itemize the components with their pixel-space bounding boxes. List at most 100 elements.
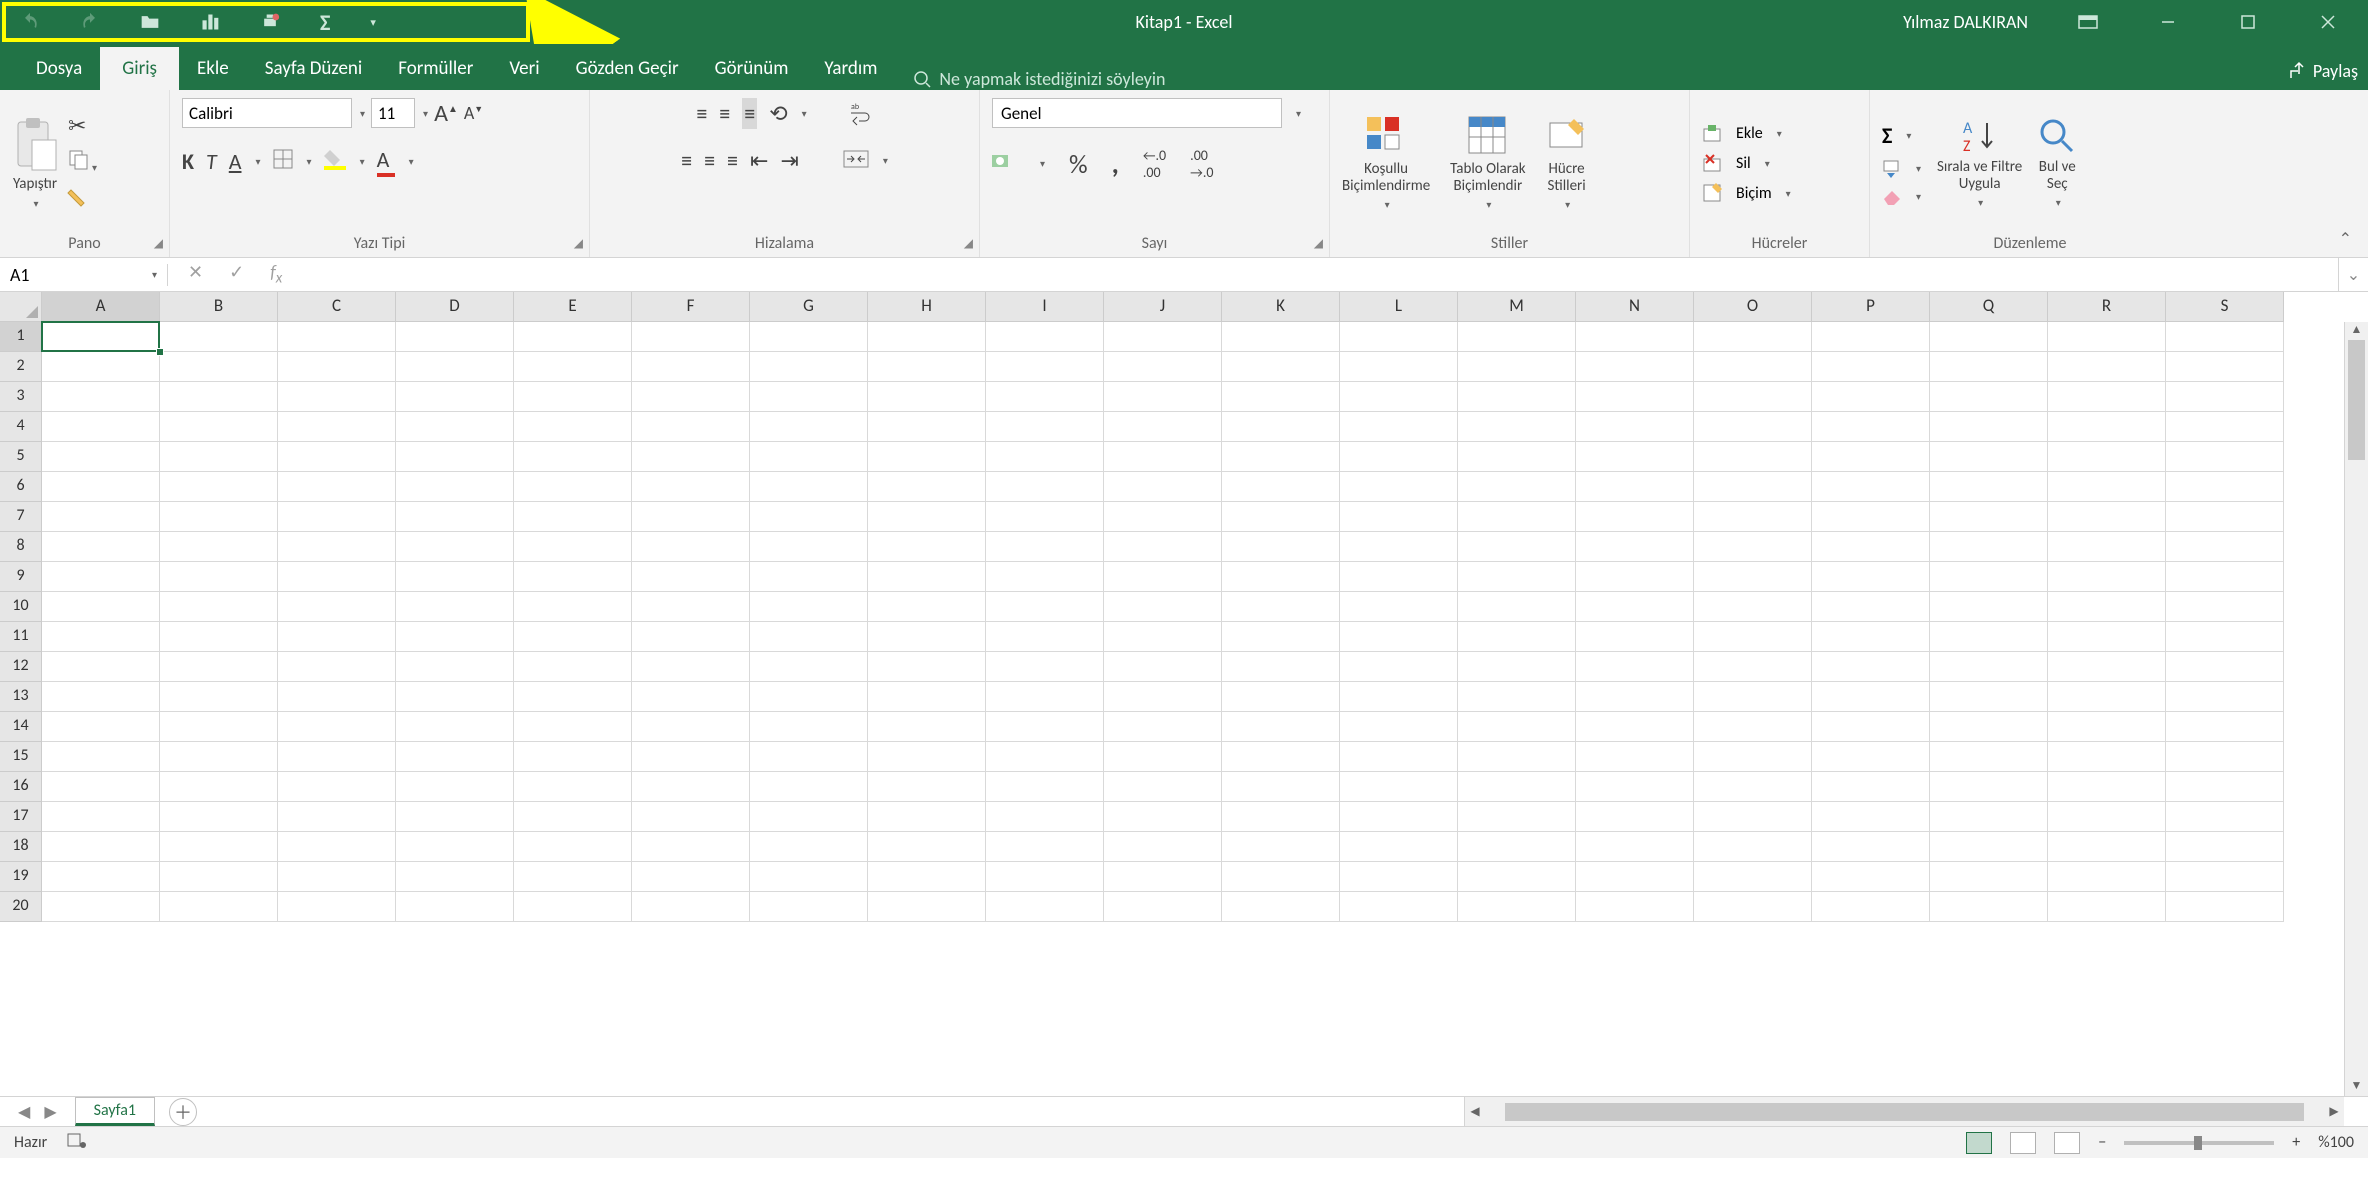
cell[interactable]: [1930, 322, 2048, 352]
cell[interactable]: [1222, 742, 1340, 772]
cell[interactable]: [750, 712, 868, 742]
cell[interactable]: [1694, 682, 1812, 712]
align-left-icon[interactable]: ≡: [681, 147, 692, 174]
cell[interactable]: [1576, 622, 1694, 652]
cell[interactable]: [1812, 682, 1930, 712]
cell[interactable]: [160, 772, 278, 802]
view-page-layout-icon[interactable]: [2010, 1132, 2036, 1154]
dialog-launcher-icon[interactable]: ◢: [1314, 236, 1323, 251]
cell[interactable]: [1812, 502, 1930, 532]
cell[interactable]: [1694, 592, 1812, 622]
cell[interactable]: [2048, 892, 2166, 922]
tab-view[interactable]: Görünüm: [697, 47, 807, 90]
cell[interactable]: [750, 802, 868, 832]
cell[interactable]: [396, 772, 514, 802]
cell[interactable]: [986, 562, 1104, 592]
format-cells-button[interactable]: Biçim▾: [1702, 183, 1791, 203]
cell[interactable]: [160, 532, 278, 562]
cell[interactable]: [1222, 412, 1340, 442]
cell[interactable]: [396, 412, 514, 442]
cell[interactable]: [514, 712, 632, 742]
cell[interactable]: [2048, 862, 2166, 892]
cell[interactable]: [868, 592, 986, 622]
cell[interactable]: [278, 502, 396, 532]
cell[interactable]: [2166, 712, 2284, 742]
row-header[interactable]: 18: [0, 832, 42, 862]
cell[interactable]: [1930, 682, 2048, 712]
cell[interactable]: [1812, 712, 1930, 742]
cell[interactable]: [2048, 772, 2166, 802]
fill-button[interactable]: ▾: [1882, 159, 1921, 179]
cell[interactable]: [632, 802, 750, 832]
cell[interactable]: [868, 742, 986, 772]
cell[interactable]: [868, 682, 986, 712]
cell[interactable]: [2048, 802, 2166, 832]
cell[interactable]: [514, 412, 632, 442]
cell[interactable]: [1458, 772, 1576, 802]
cell[interactable]: [1458, 682, 1576, 712]
cell[interactable]: [1458, 322, 1576, 352]
cell[interactable]: [514, 892, 632, 922]
confirm-entry-icon[interactable]: ✓: [229, 261, 244, 288]
cell[interactable]: [1694, 712, 1812, 742]
cell[interactable]: [986, 412, 1104, 442]
cell[interactable]: [868, 772, 986, 802]
cell[interactable]: [396, 532, 514, 562]
cell[interactable]: [1930, 382, 2048, 412]
cell[interactable]: [1694, 892, 1812, 922]
cell[interactable]: [1930, 502, 2048, 532]
cell[interactable]: [1812, 472, 1930, 502]
cell[interactable]: [868, 892, 986, 922]
autosum-icon[interactable]: Σ: [320, 9, 330, 36]
cell[interactable]: [1694, 802, 1812, 832]
cell[interactable]: [1104, 562, 1222, 592]
cell[interactable]: [396, 472, 514, 502]
cell[interactable]: [2166, 472, 2284, 502]
row-header[interactable]: 4: [0, 412, 42, 442]
row-header[interactable]: 9: [0, 562, 42, 592]
cell[interactable]: [278, 532, 396, 562]
tab-help[interactable]: Yardım: [806, 47, 895, 90]
cell[interactable]: [1576, 832, 1694, 862]
cell[interactable]: [514, 802, 632, 832]
cell[interactable]: [278, 892, 396, 922]
cell[interactable]: [2048, 652, 2166, 682]
cell[interactable]: [1222, 832, 1340, 862]
customize-qat-icon[interactable]: ▾: [370, 16, 376, 29]
cell[interactable]: [1694, 412, 1812, 442]
align-center-icon[interactable]: ≡: [704, 147, 715, 174]
zoom-out-icon[interactable]: −: [2098, 1133, 2106, 1152]
formula-input[interactable]: [302, 264, 2338, 285]
cell[interactable]: [1458, 892, 1576, 922]
cell[interactable]: [2048, 592, 2166, 622]
accounting-format-icon[interactable]: [992, 150, 1014, 177]
cell[interactable]: [160, 382, 278, 412]
cell[interactable]: [1812, 412, 1930, 442]
col-header[interactable]: A: [42, 292, 160, 322]
cell[interactable]: [1576, 502, 1694, 532]
cell[interactable]: [1458, 712, 1576, 742]
cell[interactable]: [1576, 802, 1694, 832]
cell[interactable]: [2166, 652, 2284, 682]
cell[interactable]: [750, 592, 868, 622]
cell[interactable]: [1576, 412, 1694, 442]
zoom-in-icon[interactable]: +: [2292, 1133, 2300, 1152]
tab-insert[interactable]: Ekle: [179, 47, 247, 90]
cell[interactable]: [278, 652, 396, 682]
cell[interactable]: [2166, 832, 2284, 862]
cell[interactable]: [2048, 622, 2166, 652]
cell[interactable]: [1694, 652, 1812, 682]
cell[interactable]: [632, 562, 750, 592]
cell[interactable]: [42, 412, 160, 442]
ribbon-display-icon[interactable]: [2058, 0, 2118, 44]
col-header[interactable]: H: [868, 292, 986, 322]
cell[interactable]: [1340, 892, 1458, 922]
cell[interactable]: [2048, 532, 2166, 562]
cell[interactable]: [1222, 442, 1340, 472]
cell[interactable]: [1694, 832, 1812, 862]
underline-icon[interactable]: A: [229, 148, 242, 175]
cell[interactable]: [1104, 862, 1222, 892]
cell[interactable]: [986, 592, 1104, 622]
cell[interactable]: [1694, 322, 1812, 352]
cell[interactable]: [2048, 442, 2166, 472]
